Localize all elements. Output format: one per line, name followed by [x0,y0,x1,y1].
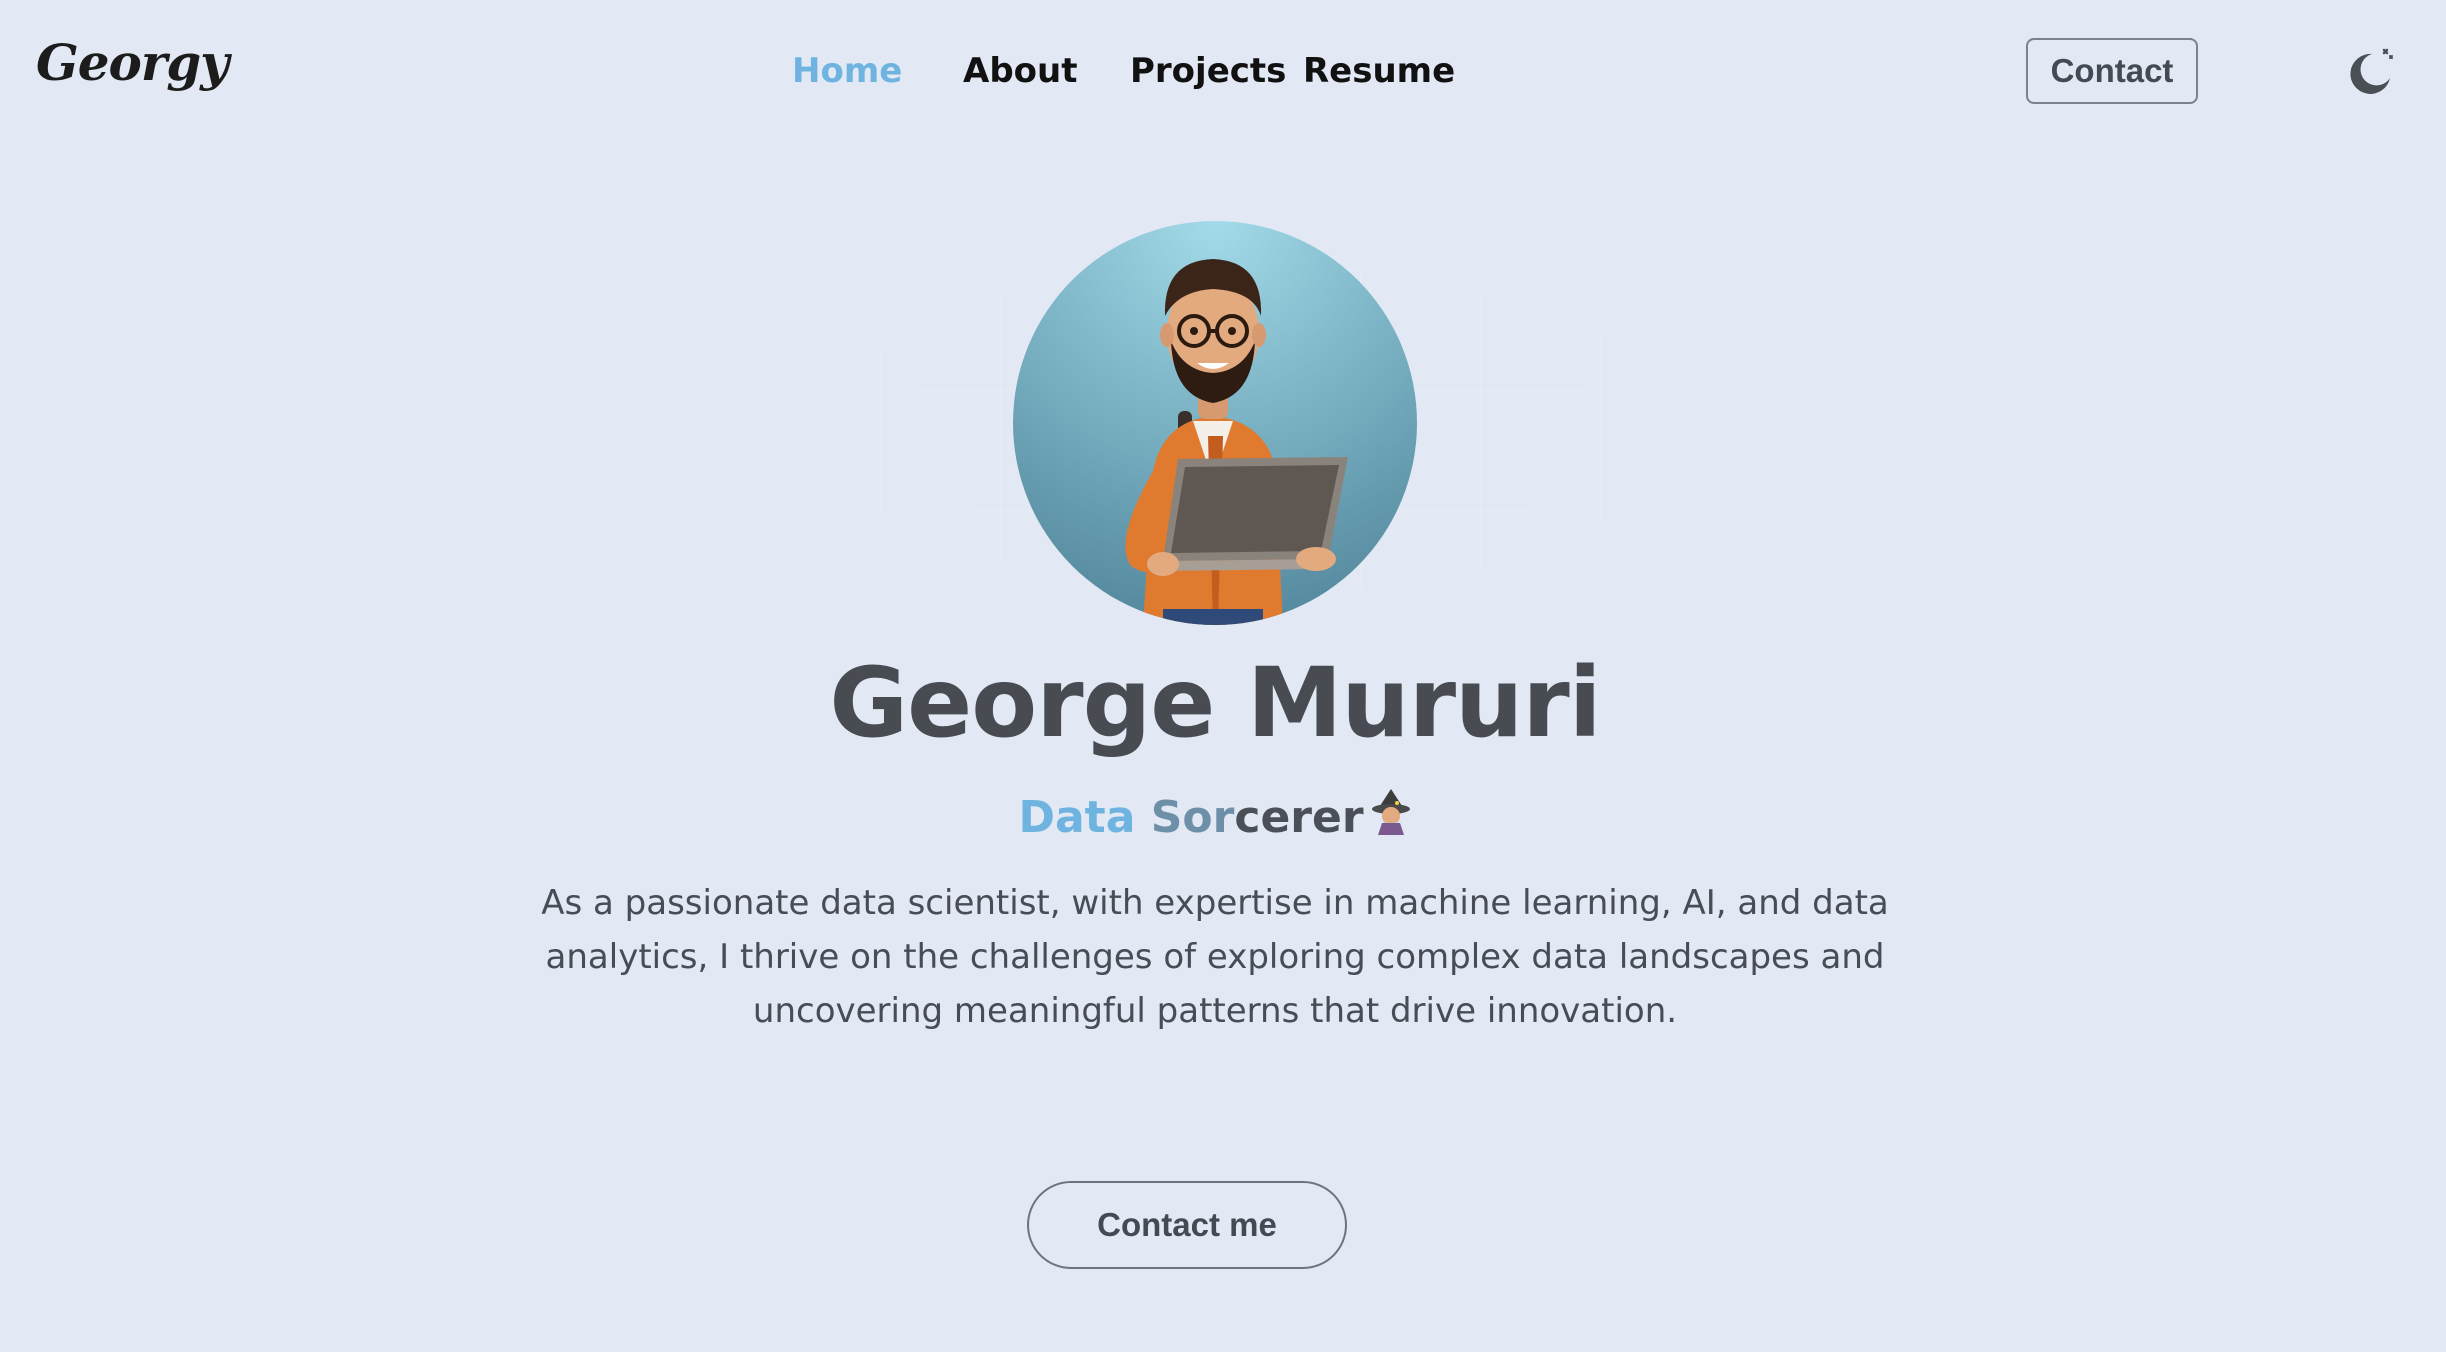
site-logo[interactable]: Georgy [36,38,229,88]
nav-resume[interactable]: Resume [1303,46,1455,96]
hero-role: Data Sorcerer [0,788,2430,851]
hero-name: George Mururi [829,647,1601,759]
developer-avatar-illustration [1125,259,1348,625]
moon-icon[interactable] [2346,48,2396,98]
hero-description: As a passionate data scientist, with exp… [541,883,1889,1031]
contact-button[interactable]: Contact [2026,38,2198,104]
role-text-part1: Data [1018,792,1151,843]
role-text-part2: Sor [1150,792,1235,843]
nav-projects[interactable]: Projects [1130,46,1286,96]
wizard-icon [1370,789,1412,851]
contact-me-button[interactable]: Contact me [1027,1181,1347,1269]
role-text-part3: cerer [1234,792,1364,843]
nav-about[interactable]: About [963,46,1077,96]
profile-avatar [1013,221,1417,625]
nav-home[interactable]: Home [792,46,902,96]
